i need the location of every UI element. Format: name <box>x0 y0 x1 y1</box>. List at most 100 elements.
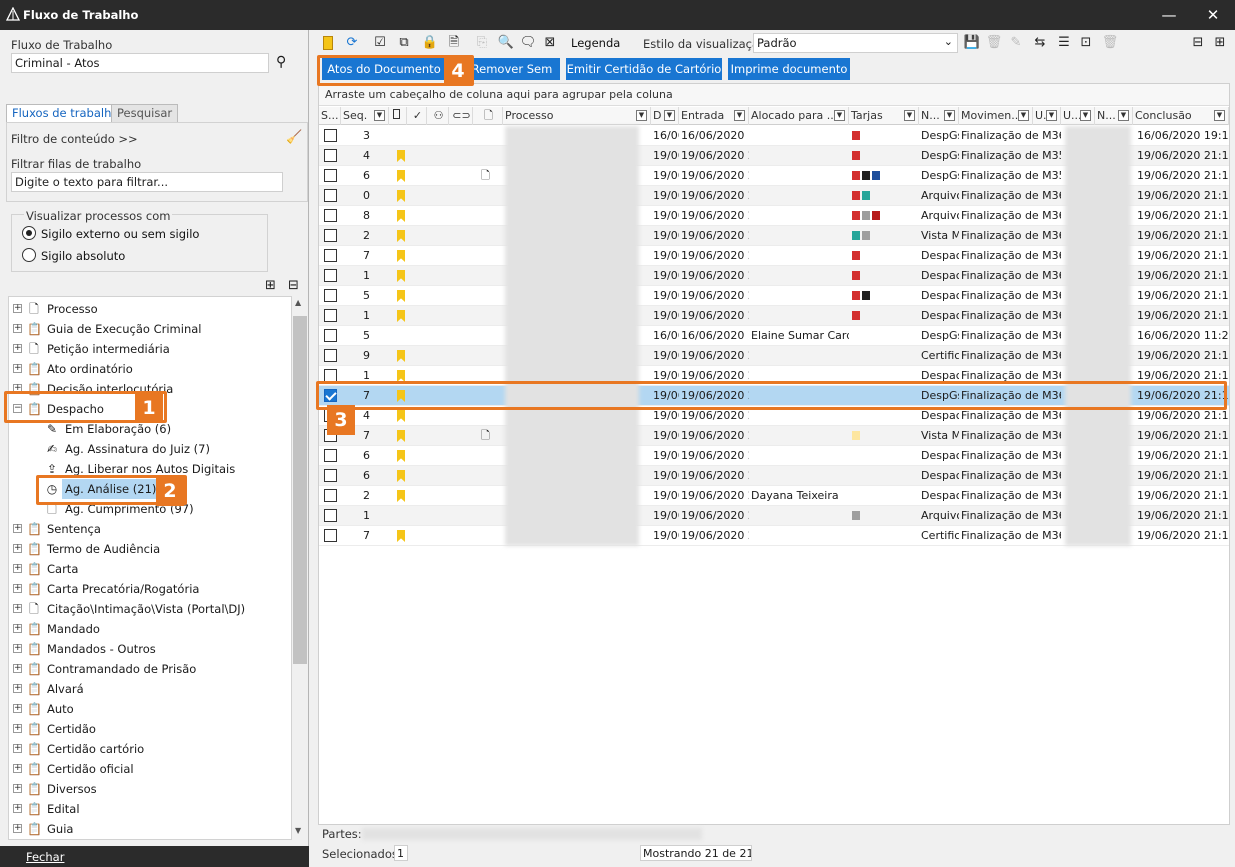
expand-node-icon[interactable]: + <box>13 704 22 713</box>
close-window-button[interactable]: ✕ <box>1202 4 1224 26</box>
row-checkbox[interactable] <box>324 209 337 222</box>
filter-dropdown-icon[interactable]: ▼ <box>904 110 915 121</box>
filter-dropdown-icon[interactable]: ▼ <box>1118 110 1129 121</box>
col-n[interactable]: N... ▼ <box>919 107 959 125</box>
radio-sigilo-absoluto[interactable] <box>22 248 36 262</box>
edit-view-icon[interactable]: ✎ <box>1006 32 1026 54</box>
expand-node-icon[interactable]: + <box>13 524 22 533</box>
expand-node-icon[interactable]: + <box>13 664 22 673</box>
tree-item[interactable]: + 📋 Guia <box>9 819 289 839</box>
row-checkbox[interactable] <box>324 149 337 162</box>
col-link[interactable]: ⊂⊃ <box>449 107 473 125</box>
row-checkbox[interactable] <box>324 289 337 302</box>
imprime-documento-button[interactable]: Imprime documento <box>728 58 850 80</box>
expand-node-icon[interactable]: + <box>13 604 22 613</box>
row-checkbox[interactable] <box>324 489 337 502</box>
tree-item[interactable]: + 📋 Guia de Execução Criminal <box>9 319 289 339</box>
filter-dropdown-icon[interactable]: ▼ <box>636 110 647 121</box>
expand-node-icon[interactable]: + <box>13 304 22 313</box>
close-button[interactable]: Fechar <box>0 846 309 867</box>
expand-node-icon[interactable]: + <box>13 764 22 773</box>
tree-item[interactable]: ✍ Ag. Assinatura do Juiz (7) <box>9 439 289 459</box>
expand-node-icon[interactable]: + <box>13 544 22 553</box>
tree-item[interactable]: + 🗋 Citação\Intimação\Vista (Portal\DJ) <box>9 599 289 619</box>
tree-item[interactable]: + 📋 Sentença <box>9 519 289 539</box>
row-checkbox[interactable] <box>324 529 337 542</box>
expand-node-icon[interactable]: + <box>13 624 22 633</box>
row-checkbox[interactable] <box>324 269 337 282</box>
minimize-button[interactable]: — <box>1158 4 1180 26</box>
col-doc[interactable]: 🗋 <box>473 107 503 125</box>
comment-icon[interactable]: 🗨 <box>518 32 538 54</box>
check-all-icon[interactable]: ☑ <box>370 32 390 54</box>
view-style-select[interactable]: Padrão ⌄ <box>753 33 958 53</box>
expand-node-icon[interactable]: + <box>13 564 22 573</box>
filter-dropdown-icon[interactable]: ▼ <box>1080 110 1091 121</box>
tree-item[interactable]: + 📋 Edital <box>9 799 289 819</box>
tree-scrollbar[interactable]: ▲ ▼ <box>292 296 308 840</box>
filter-dropdown-icon[interactable]: ▼ <box>734 110 745 121</box>
filter-dropdown-icon[interactable]: ▼ <box>664 110 675 121</box>
col-tarjas[interactable]: Tarjas ▼ <box>849 107 919 125</box>
tree-item[interactable]: + 📋 Certidão oficial <box>9 759 289 779</box>
col-seq[interactable]: Seq. ▼ <box>341 107 389 125</box>
row-checkbox[interactable] <box>324 129 337 142</box>
refresh-icon[interactable]: ⟳ <box>342 32 362 54</box>
search-icon[interactable]: ⚲ <box>276 54 286 70</box>
col-u2[interactable]: U... ▼ <box>1061 107 1095 125</box>
remove-comment-icon[interactable]: ⊠ <box>540 32 560 54</box>
collapse-tree-icon[interactable]: ⊟ <box>288 278 299 293</box>
expand-node-icon[interactable]: + <box>13 644 22 653</box>
filter-dropdown-icon[interactable]: ▼ <box>374 110 385 121</box>
col-conclusao[interactable]: Conclusão ▼ <box>1133 107 1229 125</box>
legend-button[interactable]: Legenda <box>571 36 620 50</box>
radio-sigilo-externo[interactable] <box>22 226 36 240</box>
tree-columns-icon[interactable]: ⊞ <box>1210 32 1230 54</box>
col-sel[interactable]: S... <box>319 107 341 125</box>
expand-node-icon[interactable]: + <box>13 344 22 353</box>
save-view-icon[interactable]: 💾 <box>962 32 982 54</box>
expand-node-icon[interactable]: + <box>13 364 22 373</box>
emitir-certidao-button[interactable]: Emitir Certidão de Cartório <box>566 58 722 80</box>
clear-icon[interactable]: 🗑 <box>1100 32 1120 54</box>
queue-filter-input[interactable]: Digite o texto para filtrar... <box>11 172 283 192</box>
filter-dropdown-icon[interactable]: ▼ <box>834 110 845 121</box>
tree-scrollbar-thumb[interactable] <box>293 316 307 664</box>
tree-item[interactable]: + 📋 Auto <box>9 699 289 719</box>
workflow-select[interactable]: Criminal - Atos <box>11 53 269 73</box>
tree-item[interactable]: + 📋 Certidão <box>9 719 289 739</box>
col-alocado[interactable]: Alocado para ... ▼ <box>749 107 849 125</box>
group-by-bar[interactable]: Arraste um cabeçalho de coluna aqui para… <box>319 84 1229 106</box>
expand-node-icon[interactable]: + <box>13 584 22 593</box>
tree-item[interactable]: + 🗋 Petição intermediária <box>9 339 289 359</box>
row-checkbox[interactable] <box>324 449 337 462</box>
expand-node-icon[interactable]: + <box>13 324 22 333</box>
layout-icon[interactable]: ⊡ <box>1076 32 1096 54</box>
row-checkbox[interactable] <box>324 349 337 362</box>
tree-item[interactable]: + 📋 Termo de Audiência <box>9 539 289 559</box>
col-d[interactable]: D ▼ <box>651 107 679 125</box>
broom-icon[interactable]: 🧹 <box>286 130 302 145</box>
expand-node-icon[interactable]: + <box>13 724 22 733</box>
export-icon[interactable]: ⇆ <box>1030 32 1050 54</box>
expand-node-icon[interactable]: + <box>13 744 22 753</box>
tree-item[interactable]: + 📋 Carta Precatória/Rogatória <box>9 579 289 599</box>
bookmark-icon[interactable] <box>318 32 338 54</box>
filter-dropdown-icon[interactable]: ▼ <box>1214 110 1225 121</box>
delete-view-icon[interactable]: 🗑 <box>984 32 1004 54</box>
row-checkbox[interactable] <box>324 509 337 522</box>
tree-item[interactable]: + 📋 Mandados - Outros <box>9 639 289 659</box>
attach-icon[interactable]: ⎘ <box>472 32 492 54</box>
content-filter-toggle[interactable]: Filtro de conteúdo >> <box>11 132 138 146</box>
tree-item[interactable]: + 📋 Ato ordinatório <box>9 359 289 379</box>
find-document-icon[interactable]: 🔍 <box>496 32 516 54</box>
tree-item[interactable]: + 📋 Alvará <box>9 679 289 699</box>
row-checkbox[interactable] <box>324 329 337 342</box>
col-processo[interactable]: Processo ▼ <box>503 107 651 125</box>
row-checkbox[interactable] <box>324 309 337 322</box>
tree-item[interactable]: + 📋 Diversos <box>9 779 289 799</box>
row-checkbox[interactable] <box>324 229 337 242</box>
lock-document-icon[interactable]: 🔒 <box>420 32 440 54</box>
row-checkbox[interactable] <box>324 249 337 262</box>
col-u1[interactable]: U... ▼ <box>1033 107 1061 125</box>
